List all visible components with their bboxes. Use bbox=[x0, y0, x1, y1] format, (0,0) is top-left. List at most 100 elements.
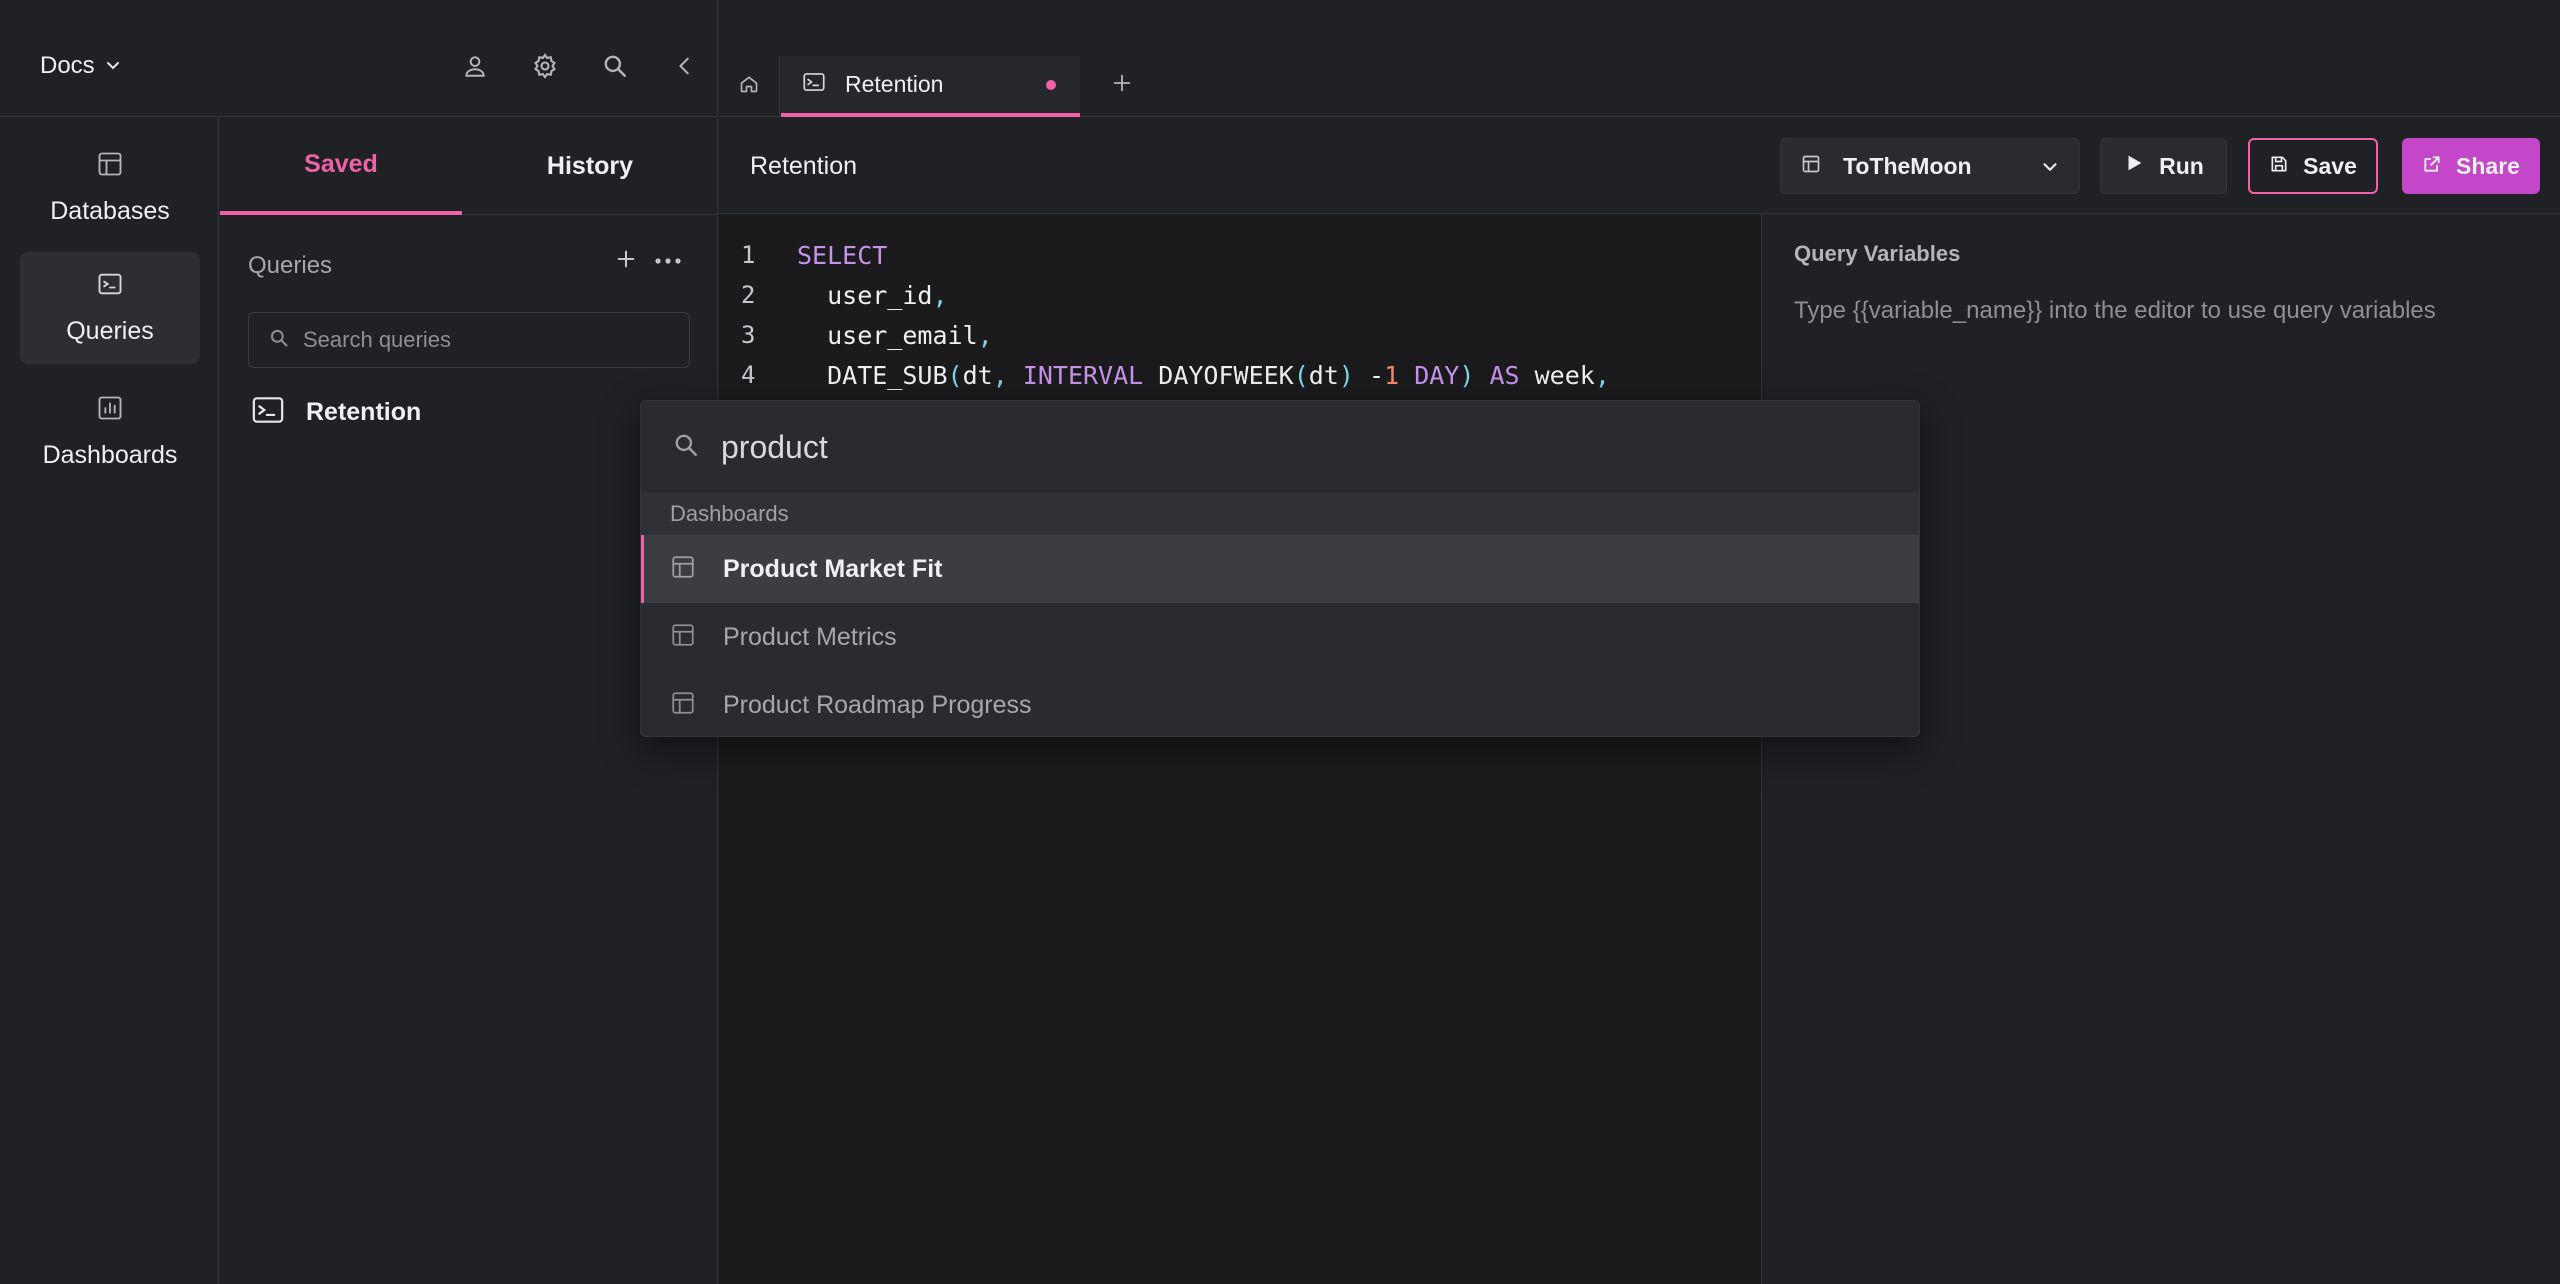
code-token: - bbox=[1353, 360, 1385, 390]
dashboard-icon bbox=[670, 690, 696, 721]
gear-icon[interactable] bbox=[529, 50, 561, 82]
code-token: ( bbox=[947, 360, 963, 390]
code-token: ) bbox=[1459, 360, 1475, 390]
workspace-header: Docs bbox=[0, 0, 718, 117]
query-variables-panel: Query Variables Type {{variable_name}} i… bbox=[1763, 215, 2560, 1284]
query-variables-hint: Type {{variable_name}} into the editor t… bbox=[1794, 297, 2436, 324]
chart-icon bbox=[96, 394, 124, 427]
code-token: SELECT bbox=[797, 240, 888, 270]
code-line: 1 SELECT bbox=[719, 235, 1610, 275]
search-icon bbox=[673, 432, 699, 463]
code-token: AS bbox=[1474, 360, 1520, 390]
queries-actions bbox=[615, 248, 683, 275]
search-icon[interactable] bbox=[599, 50, 631, 82]
share-button[interactable]: Share bbox=[2402, 138, 2540, 194]
user-icon[interactable] bbox=[459, 50, 491, 82]
nav-rail: Databases Queries Dashboards bbox=[0, 118, 219, 1284]
command-palette: Dashboards Product Market Fit Product Me… bbox=[640, 400, 1920, 737]
nav-item-dashboards[interactable]: Dashboards bbox=[20, 376, 200, 488]
run-label: Run bbox=[2159, 152, 2204, 179]
palette-search bbox=[641, 401, 1919, 493]
terminal-icon bbox=[803, 72, 825, 97]
dashboard-icon bbox=[670, 554, 696, 585]
tab-history[interactable]: History bbox=[462, 118, 718, 215]
chevron-down-icon bbox=[105, 52, 121, 80]
search-queries-input[interactable] bbox=[303, 327, 673, 353]
code-token: 1 bbox=[1384, 360, 1400, 390]
code-token: ) bbox=[1338, 360, 1354, 390]
app-root: Docs Databases Queries Dashboards Saved … bbox=[0, 0, 2560, 1284]
line-number: 2 bbox=[741, 281, 756, 309]
line-number: 1 bbox=[741, 241, 756, 269]
table-icon bbox=[96, 150, 124, 183]
code-editor[interactable]: 1 SELECT 2 user_id, 3 user_email, 4 DATE_SUB… bbox=[719, 215, 1762, 1284]
nav-item-label: Queries bbox=[66, 317, 154, 345]
code-token: week bbox=[1519, 360, 1595, 390]
code-token: DATE_SUB bbox=[797, 360, 948, 390]
header-actions bbox=[459, 50, 701, 82]
external-link-icon bbox=[2422, 153, 2442, 180]
nav-item-label: Databases bbox=[50, 197, 170, 225]
new-tab-button[interactable] bbox=[1107, 70, 1137, 100]
play-icon bbox=[2123, 152, 2145, 180]
code-token: dt bbox=[1308, 360, 1339, 390]
editor-toolbar: Retention ToTheMoon Run Save Share bbox=[719, 118, 2560, 214]
line-number: 3 bbox=[741, 321, 756, 349]
terminal-icon bbox=[252, 396, 284, 429]
palette-section-label: Dashboards bbox=[641, 493, 1919, 535]
query-name: Retention bbox=[306, 398, 422, 426]
run-button[interactable]: Run bbox=[2100, 138, 2227, 194]
share-label: Share bbox=[2456, 152, 2520, 179]
terminal-icon bbox=[96, 270, 124, 303]
code-token: , bbox=[932, 280, 948, 310]
more-icon[interactable] bbox=[653, 253, 683, 271]
palette-result-label: Product Metrics bbox=[723, 622, 897, 651]
query-search-box bbox=[248, 312, 690, 368]
save-button[interactable]: Save bbox=[2248, 138, 2378, 194]
tab-saved[interactable]: Saved bbox=[220, 118, 462, 215]
palette-result-label: Product Roadmap Progress bbox=[723, 690, 1032, 719]
code-token: INTERVAL bbox=[1022, 360, 1144, 390]
home-icon bbox=[739, 74, 759, 99]
code-token: , bbox=[992, 360, 1023, 390]
collapse-sidebar-icon[interactable] bbox=[669, 50, 701, 82]
palette-result[interactable]: Product Metrics bbox=[641, 603, 1919, 671]
code-line: 4 DATE_SUB(dt, INTERVAL DAYOFWEEK(dt) -1… bbox=[719, 355, 1610, 395]
unsaved-indicator bbox=[1046, 80, 1056, 90]
code-token: user_id bbox=[797, 280, 933, 310]
code-token: DAY bbox=[1399, 360, 1460, 390]
panel-tabs: Saved History bbox=[220, 118, 718, 215]
nav-item-databases[interactable]: Databases bbox=[20, 132, 200, 244]
dashboard-icon bbox=[670, 622, 696, 653]
query-title: Retention bbox=[750, 152, 858, 180]
database-select[interactable]: ToTheMoon bbox=[1780, 138, 2080, 194]
floppy-icon bbox=[2269, 153, 2289, 180]
code-line: 2 user_id, bbox=[719, 275, 1610, 315]
workspace-switcher[interactable]: Docs bbox=[40, 52, 121, 80]
nav-item-label: Dashboards bbox=[42, 441, 178, 469]
chevron-down-icon bbox=[2039, 156, 2061, 183]
home-tab[interactable] bbox=[719, 56, 780, 117]
tab-label: Retention bbox=[845, 71, 944, 97]
queries-heading: Queries bbox=[248, 252, 333, 279]
palette-search-input[interactable] bbox=[721, 428, 1821, 466]
palette-result-label: Product Market Fit bbox=[723, 554, 943, 583]
search-icon bbox=[269, 328, 289, 353]
query-variables-heading: Query Variables bbox=[1794, 241, 1961, 266]
code-token: dt bbox=[962, 360, 993, 390]
palette-result[interactable]: Product Market Fit bbox=[641, 535, 1919, 603]
code-token: , bbox=[977, 320, 993, 350]
line-number: 4 bbox=[741, 361, 756, 389]
workspace-name: Docs bbox=[40, 52, 95, 79]
tab-retention[interactable]: Retention bbox=[781, 56, 1080, 117]
nav-item-queries[interactable]: Queries bbox=[20, 252, 200, 364]
list-item-retention[interactable]: Retention bbox=[252, 396, 421, 429]
code-token: user_email bbox=[797, 320, 978, 350]
code-token: , bbox=[1594, 360, 1610, 390]
table-icon bbox=[1801, 154, 1821, 179]
code-token: ( bbox=[1293, 360, 1309, 390]
plus-icon[interactable] bbox=[615, 248, 637, 275]
palette-result[interactable]: Product Roadmap Progress bbox=[641, 671, 1919, 736]
save-label: Save bbox=[2303, 152, 2357, 179]
plus-icon bbox=[1111, 72, 1133, 99]
